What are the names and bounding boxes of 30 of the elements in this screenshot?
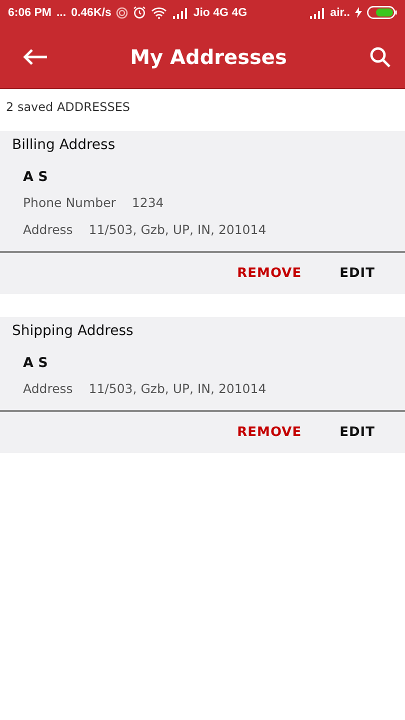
wifi-icon (151, 6, 168, 18)
search-icon[interactable] (369, 46, 391, 68)
back-arrow-icon[interactable] (22, 48, 48, 66)
field-label: Phone Number (23, 195, 116, 210)
contact-name: A S (22, 354, 49, 373)
signal-icon (172, 6, 188, 18)
charging-icon (355, 7, 362, 18)
sync-icon (116, 6, 128, 18)
status-dots: ... (56, 6, 66, 18)
field-value: 11/503, Gzb, UP, IN, 201014 (88, 222, 266, 237)
battery-icon (367, 6, 397, 19)
field-label: Address (23, 381, 73, 396)
carrier-name: air.. (330, 6, 350, 18)
field-value: 1234 (132, 195, 164, 210)
field-value: 11/503, Gzb, UP, IN, 201014 (88, 381, 266, 396)
carrier-name: Jio 4G 4G (193, 6, 248, 18)
alarm-icon (133, 6, 146, 19)
screen-title: My Addresses (130, 44, 287, 68)
card-title: Shipping Address (12, 323, 134, 341)
remove-button[interactable]: REMOVE (231, 421, 308, 444)
field-label: Address (23, 222, 73, 237)
card-title: Billing Address (12, 137, 116, 155)
edit-button[interactable]: EDIT (334, 421, 381, 444)
address-count: 2 saved ADDRESSES (5, 99, 132, 116)
edit-button[interactable]: EDIT (334, 262, 381, 285)
contact-name: A S (22, 168, 49, 187)
remove-button[interactable]: REMOVE (231, 262, 308, 285)
network-speed: 0.46K/s (71, 6, 112, 18)
signal-icon (309, 6, 326, 18)
status-time: 6:06 PM (8, 6, 52, 18)
